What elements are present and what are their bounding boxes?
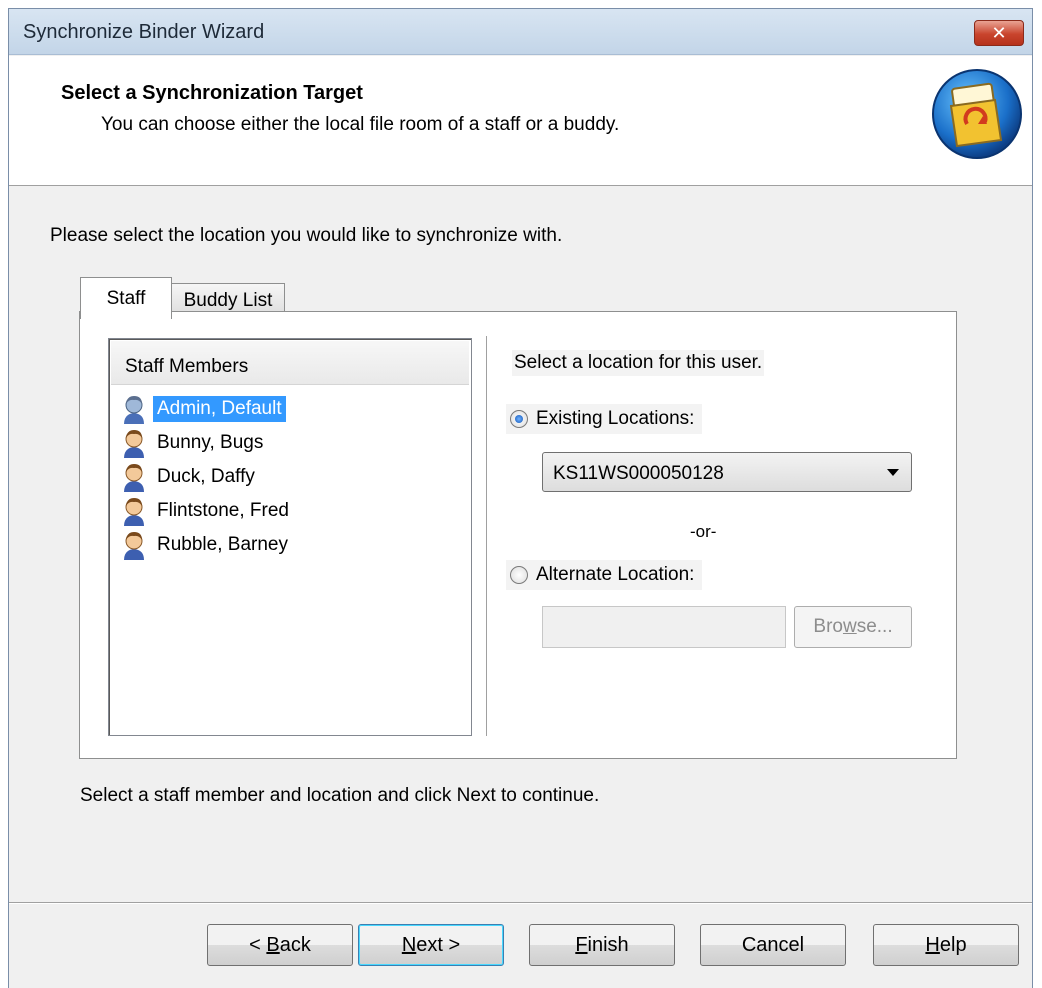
radio-checked-icon — [510, 410, 528, 428]
footer-hint: Select a staff member and location and c… — [80, 785, 600, 806]
help-label-mnemonic: H — [925, 933, 940, 956]
list-item[interactable]: Flintstone, Fred — [121, 495, 293, 527]
page-subtitle: You can choose either the local file roo… — [101, 114, 620, 135]
browse-label-mnemonic: w — [842, 616, 857, 637]
back-label-part: < — [249, 933, 267, 956]
footer-divider — [9, 902, 1032, 904]
instruction-text: Please select the location you would lik… — [50, 225, 563, 246]
existing-locations-label: Existing Locations: — [536, 408, 695, 429]
close-button[interactable]: ✕ — [974, 20, 1024, 46]
back-label-part: ack — [279, 933, 311, 956]
existing-locations-dropdown[interactable]: KS11WS000050128 — [542, 452, 912, 492]
alternate-location-label: Alternate Location: — [536, 564, 695, 585]
staff-user-icon — [124, 396, 144, 424]
staff-name: Flintstone, Fred — [157, 500, 289, 521]
alternate-location-field[interactable] — [542, 606, 786, 648]
staff-members-list[interactable]: Staff Members Admin, Default Bunny, Bugs — [108, 338, 472, 736]
next-label-mnemonic: N — [401, 933, 417, 956]
list-item[interactable]: Duck, Daffy — [121, 461, 259, 493]
next-button[interactable]: Next > — [358, 924, 504, 966]
finish-label-mnemonic: F — [575, 933, 588, 956]
help-button[interactable]: Help — [873, 924, 1019, 966]
alternate-location-radio[interactable]: Alternate Location: — [506, 560, 703, 590]
list-column-header[interactable]: Staff Members — [111, 341, 469, 385]
staff-user-icon — [124, 498, 144, 526]
wizard-window: Synchronize Binder Wizard ✕ Select a Syn… — [8, 8, 1033, 988]
list-item[interactable]: Admin, Default — [121, 393, 286, 425]
location-prompt: Select a location for this user. — [512, 350, 765, 376]
staff-user-icon — [124, 532, 144, 560]
or-separator: -or- — [690, 522, 717, 541]
back-button[interactable]: < Back — [207, 924, 353, 966]
browse-label-part: Bro — [813, 616, 843, 637]
staff-name: Bunny, Bugs — [157, 432, 264, 453]
finish-label-part: inish — [587, 933, 629, 956]
wizard-header: Select a Synchronization Target You can … — [9, 56, 1032, 186]
staff-name: Admin, Default — [153, 396, 286, 422]
panel-divider — [486, 336, 488, 736]
staff-name: Duck, Daffy — [157, 466, 255, 487]
finish-button[interactable]: Finish — [529, 924, 675, 966]
help-label-part: elp — [939, 933, 967, 956]
radio-unchecked-icon — [510, 566, 528, 584]
window-title: Synchronize Binder Wizard — [23, 21, 265, 43]
page-title: Select a Synchronization Target — [61, 82, 363, 104]
dropdown-arrow-icon — [887, 469, 899, 476]
list-item[interactable]: Rubble, Barney — [121, 529, 292, 561]
close-icon: ✕ — [991, 22, 1007, 43]
back-label-mnemonic: B — [266, 933, 280, 956]
staff-name: Rubble, Barney — [157, 534, 288, 555]
tab-staff[interactable]: Staff — [80, 277, 172, 319]
existing-locations-radio[interactable]: Existing Locations: — [506, 404, 703, 434]
staff-user-icon — [124, 430, 144, 458]
browse-button[interactable]: Bro w se... — [794, 606, 912, 648]
staff-tab-panel: Staff Members Admin, Default Bunny, Bugs — [79, 311, 957, 759]
staff-user-icon — [124, 464, 144, 492]
browse-label-part: se... — [856, 616, 893, 637]
dropdown-value: KS11WS000050128 — [553, 463, 724, 484]
title-bar: Synchronize Binder Wizard ✕ — [9, 9, 1032, 55]
list-item[interactable]: Bunny, Bugs — [121, 427, 267, 459]
cancel-button[interactable]: Cancel — [700, 924, 846, 966]
binder-sync-icon — [932, 69, 1022, 159]
next-label-part: ext > — [416, 933, 461, 956]
